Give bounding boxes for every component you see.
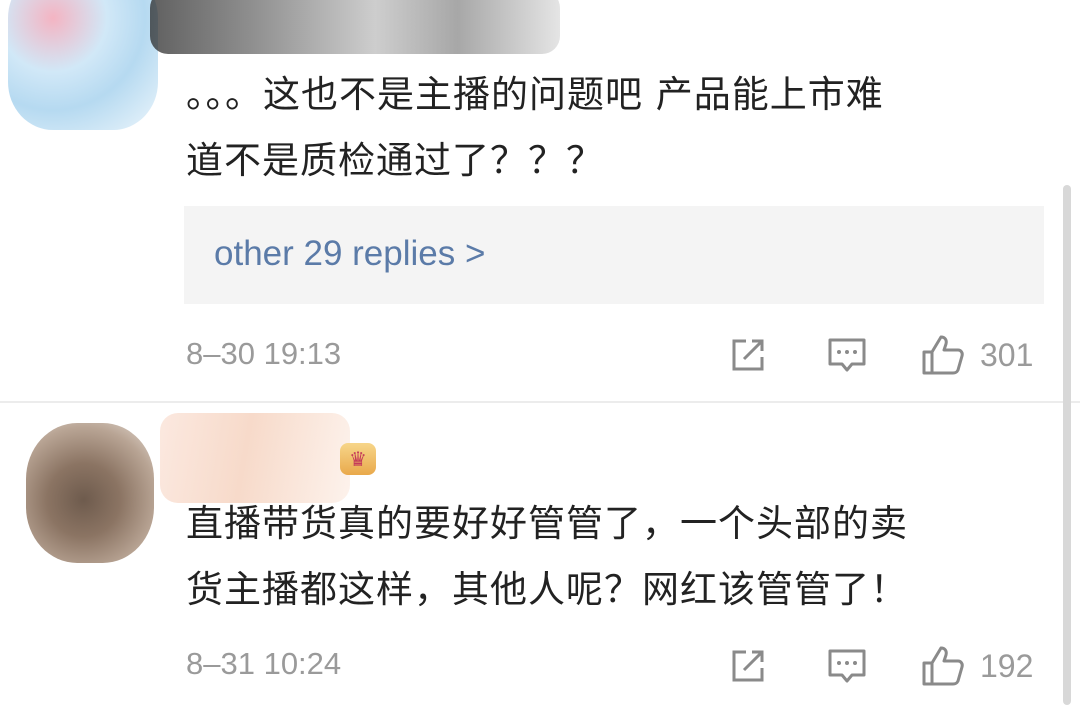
comment-button[interactable] xyxy=(826,641,868,691)
avatar[interactable] xyxy=(8,0,158,130)
comment-text-line: 。。。这也不是主播的问题吧 产品能上市难 xyxy=(186,73,884,116)
username-redacted[interactable] xyxy=(150,0,560,54)
comment-text: 。。。这也不是主播的问题吧 产品能上市难 道不是质检通过了？？？ xyxy=(186,62,1046,194)
like-button[interactable]: 192 xyxy=(920,641,1033,691)
comment-actions: 192 xyxy=(720,641,1050,691)
comment-text: 直播带货真的要好好管管了，一个头部的卖 货主播都这样，其他人呢？网红该管管了！ xyxy=(186,491,1046,623)
like-count: 192 xyxy=(980,647,1034,684)
replies-box[interactable]: other 29 replies > xyxy=(184,206,1044,304)
comment-timestamp: 8–30 19:13 xyxy=(186,336,342,371)
share-button[interactable] xyxy=(728,330,768,380)
scrollbar[interactable] xyxy=(1063,185,1071,705)
comment-item-1: 。。。这也不是主播的问题吧 产品能上市难 道不是质检通过了？？？ other 2… xyxy=(0,0,1080,402)
like-count: 301 xyxy=(980,336,1034,373)
comment-actions: 301 xyxy=(720,330,1050,380)
comment-icon xyxy=(828,649,866,683)
share-icon xyxy=(732,650,764,682)
thumbs-up-icon xyxy=(922,646,964,686)
crown-badge-icon: ♛ xyxy=(340,443,376,475)
share-button[interactable] xyxy=(728,641,768,691)
username-redacted[interactable] xyxy=(160,413,350,503)
comment-text-line: 货主播都这样，其他人呢？网红该管管了！ xyxy=(186,568,908,611)
comment-text-line: 道不是质检通过了？？？ xyxy=(186,139,604,182)
comment-icon xyxy=(828,338,866,372)
view-replies-link[interactable]: other 29 replies > xyxy=(214,234,485,274)
comment-timestamp: 8–31 10:24 xyxy=(186,646,342,681)
share-icon xyxy=(732,339,764,371)
like-button[interactable]: 301 xyxy=(920,330,1033,380)
comment-item-2: ♛ 直播带货真的要好好管管了，一个头部的卖 货主播都这样，其他人呢？网红该管管了… xyxy=(0,403,1080,713)
thumbs-up-icon xyxy=(922,335,964,375)
comment-button[interactable] xyxy=(826,330,868,380)
avatar[interactable] xyxy=(26,423,154,563)
comment-text-line: 直播带货真的要好好管管了，一个头部的卖 xyxy=(186,502,908,545)
